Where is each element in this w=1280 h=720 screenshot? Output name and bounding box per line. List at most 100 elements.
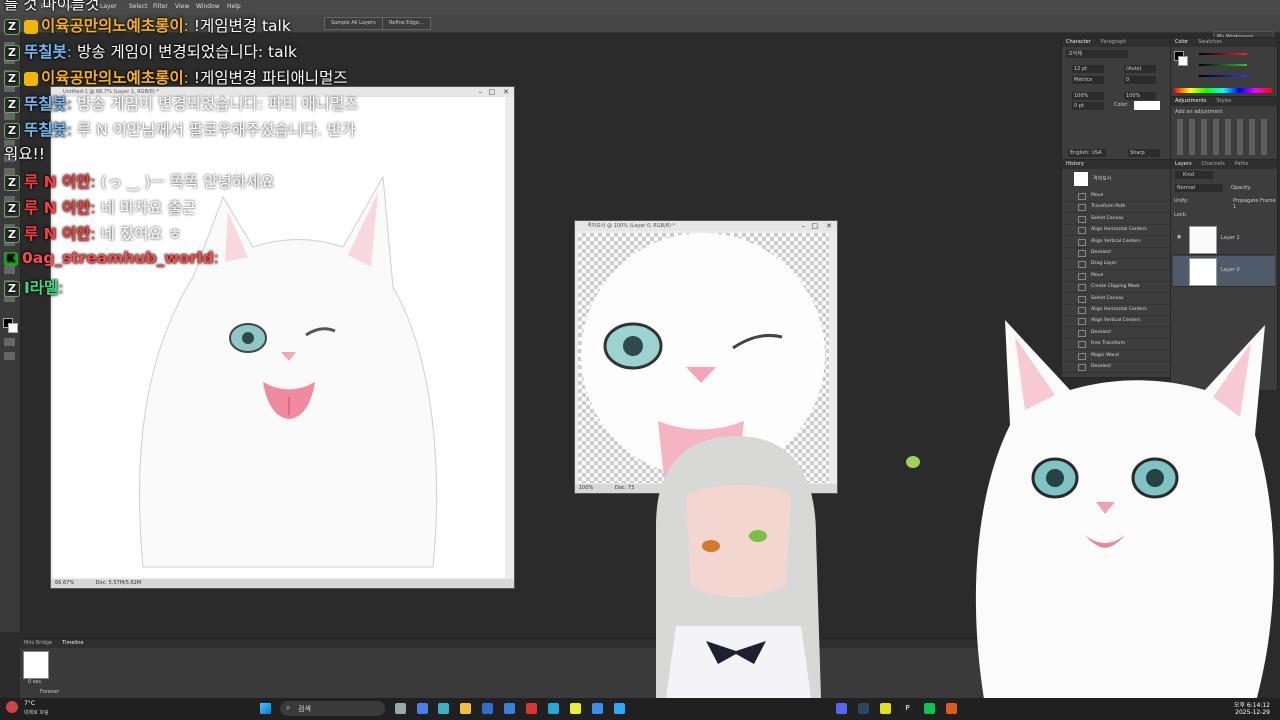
chat-message: Z 이육공만의노예초롱이: !게임변경 파티애니멀즈 — [4, 66, 348, 88]
kerning-field[interactable]: Metrics — [1072, 76, 1104, 84]
vertical-scale-field[interactable]: 100% — [1072, 92, 1104, 100]
vscode-icon[interactable] — [592, 703, 603, 714]
minimize-icon[interactable]: – — [479, 87, 483, 97]
tab-layers[interactable]: Layers — [1175, 161, 1192, 167]
task-view-icon[interactable] — [395, 703, 406, 714]
blend-mode-select[interactable]: Normal — [1175, 184, 1223, 192]
frame-delay[interactable]: 0 sec. — [28, 679, 43, 685]
history-item[interactable]: Create Clipping Mask — [1062, 281, 1170, 294]
app-icon-3[interactable] — [548, 703, 559, 714]
tab-character[interactable]: Character — [1066, 39, 1091, 45]
baseline-shift-field[interactable]: 0 pt — [1072, 102, 1104, 110]
menu-select[interactable]: Select — [129, 3, 148, 10]
quick-mask-icon[interactable] — [4, 338, 15, 346]
history-item[interactable]: Select Canvas — [1062, 293, 1170, 305]
photoshop-icon[interactable] — [614, 703, 625, 714]
weather-icon[interactable] — [6, 701, 18, 713]
blue-slider-track[interactable] — [1199, 75, 1247, 77]
background-color-swatch[interactable] — [8, 323, 18, 333]
leading-field[interactable]: (Auto) — [1124, 65, 1156, 73]
file-explorer-icon[interactable] — [460, 703, 471, 714]
layer-name[interactable]: Layer 1 — [1221, 235, 1240, 241]
horizontal-scale-field[interactable]: 100% — [1124, 92, 1156, 100]
history-item[interactable]: Select Canvas — [1062, 213, 1170, 225]
zoom-level[interactable]: 66.67% — [55, 580, 74, 586]
frame-thumbnail[interactable] — [23, 651, 49, 679]
tab-adjustments[interactable]: Adjustments — [1175, 98, 1206, 104]
menu-view[interactable]: View — [175, 3, 189, 10]
history-item[interactable]: Move — [1062, 190, 1170, 202]
menu-filter[interactable]: Filter — [153, 3, 168, 10]
ms-store-icon[interactable] — [482, 703, 493, 714]
tab-paths[interactable]: Paths — [1235, 161, 1249, 167]
clock-date[interactable]: 2025-12-29 — [1235, 709, 1270, 716]
layer-name[interactable]: Layer 0 — [1221, 267, 1240, 273]
copilot-icon[interactable] — [417, 703, 428, 714]
history-item[interactable]: Transform Path — [1062, 201, 1170, 214]
chat-text: 방송 게임이 변경되었습니다: 파티 애니멀즈 — [76, 95, 359, 113]
tab-timeline[interactable]: Timeline — [62, 640, 83, 646]
antialias-select[interactable]: Sharp — [1128, 149, 1160, 157]
tab-swatches[interactable]: Swatches — [1198, 39, 1222, 45]
chat-platform-badge-icon: Z — [4, 174, 20, 191]
edge-icon[interactable] — [438, 703, 449, 714]
font-size-field[interactable]: 12 pt — [1072, 65, 1104, 73]
snapshot-label[interactable]: 격자모사 — [1093, 175, 1111, 182]
shape-tool-icon[interactable] — [4, 266, 15, 274]
history-item[interactable]: Drag Layer — [1062, 258, 1170, 271]
menu-window[interactable]: Window — [196, 3, 220, 10]
weather-desc: 대체로 흐림 — [24, 710, 49, 716]
refine-edge-button[interactable]: Refine Edge... — [382, 17, 431, 30]
history-item[interactable]: Move — [1062, 270, 1170, 282]
document-window-untitled[interactable]: Untitled-1 @ 66.7% (Layer 1, RGB/8) * – … — [50, 86, 515, 589]
app-icon-5[interactable] — [946, 703, 957, 714]
menu-help[interactable]: Help — [227, 3, 241, 10]
font-family-select[interactable]: 고딕체 — [1066, 50, 1128, 58]
eye-icon[interactable]: ◉ — [1177, 234, 1181, 240]
app-icon-4[interactable] — [880, 703, 891, 714]
layer-kind-filter[interactable]: Kind — [1175, 171, 1213, 179]
tab-color[interactable]: Color — [1175, 39, 1188, 45]
zoom-level-2[interactable]: 100% — [579, 485, 593, 491]
tab-channels[interactable]: Channels — [1202, 161, 1225, 167]
maximize-icon[interactable]: □ — [488, 87, 495, 97]
close-icon-2[interactable]: ✕ — [826, 221, 832, 231]
menu-layer[interactable]: Layer — [100, 3, 117, 10]
steam-icon[interactable] — [858, 703, 869, 714]
start-icon[interactable] — [260, 703, 271, 714]
chat-message: 워요!! — [4, 142, 45, 164]
app-icon-1[interactable] — [504, 703, 515, 714]
text-color-swatch[interactable] — [1134, 101, 1160, 110]
layer-row[interactable]: ◉ Layer 1 — [1173, 224, 1275, 255]
loop-select[interactable]: Forever — [40, 689, 59, 695]
discord-icon[interactable] — [836, 703, 847, 714]
minimize-icon-2[interactable]: – — [802, 221, 806, 231]
history-item[interactable]: Deselect — [1062, 247, 1170, 259]
adjustment-icons[interactable] — [1177, 119, 1271, 155]
green-slider-track[interactable] — [1199, 64, 1247, 66]
taskbar-search[interactable]: ⌕ 검색 — [280, 701, 385, 716]
propagate-frame-checkbox[interactable]: Propagate Frame 1 — [1233, 198, 1277, 210]
kakaotalk-icon[interactable] — [570, 703, 581, 714]
tab-styles[interactable]: Styles — [1216, 98, 1231, 104]
tracking-field[interactable]: 0 — [1124, 76, 1156, 84]
app-icon-2[interactable] — [526, 703, 537, 714]
layer-row-selected[interactable]: Layer 0 — [1173, 256, 1275, 287]
tab-mini-bridge[interactable]: Mini Bridge — [24, 640, 52, 646]
close-icon[interactable]: ✕ — [503, 87, 509, 97]
spectrum-bar[interactable] — [1174, 88, 1272, 93]
tab-paragraph[interactable]: Paragraph — [1101, 39, 1127, 45]
maximize-icon-2[interactable]: □ — [811, 221, 818, 231]
history-item[interactable]: Align Horizontal Centers — [1062, 224, 1170, 237]
tab-history[interactable]: History — [1066, 161, 1084, 167]
history-item[interactable]: Align Vertical Centers — [1062, 236, 1170, 248]
clock-time[interactable]: 오후 6:14:12 — [1234, 700, 1270, 709]
screen-mode-icon[interactable] — [4, 352, 15, 360]
bg-swatch[interactable] — [1178, 56, 1188, 66]
history-item-label: Move — [1091, 272, 1104, 278]
chat-message: Z 이육공만의노예초롱이: !게임변경 talk — [4, 14, 291, 36]
line-icon[interactable] — [924, 703, 935, 714]
language-select[interactable]: English: USA — [1068, 149, 1106, 157]
prism-icon[interactable]: P — [902, 703, 913, 714]
sample-all-layers-checkbox[interactable]: Sample All Layers — [324, 17, 383, 30]
